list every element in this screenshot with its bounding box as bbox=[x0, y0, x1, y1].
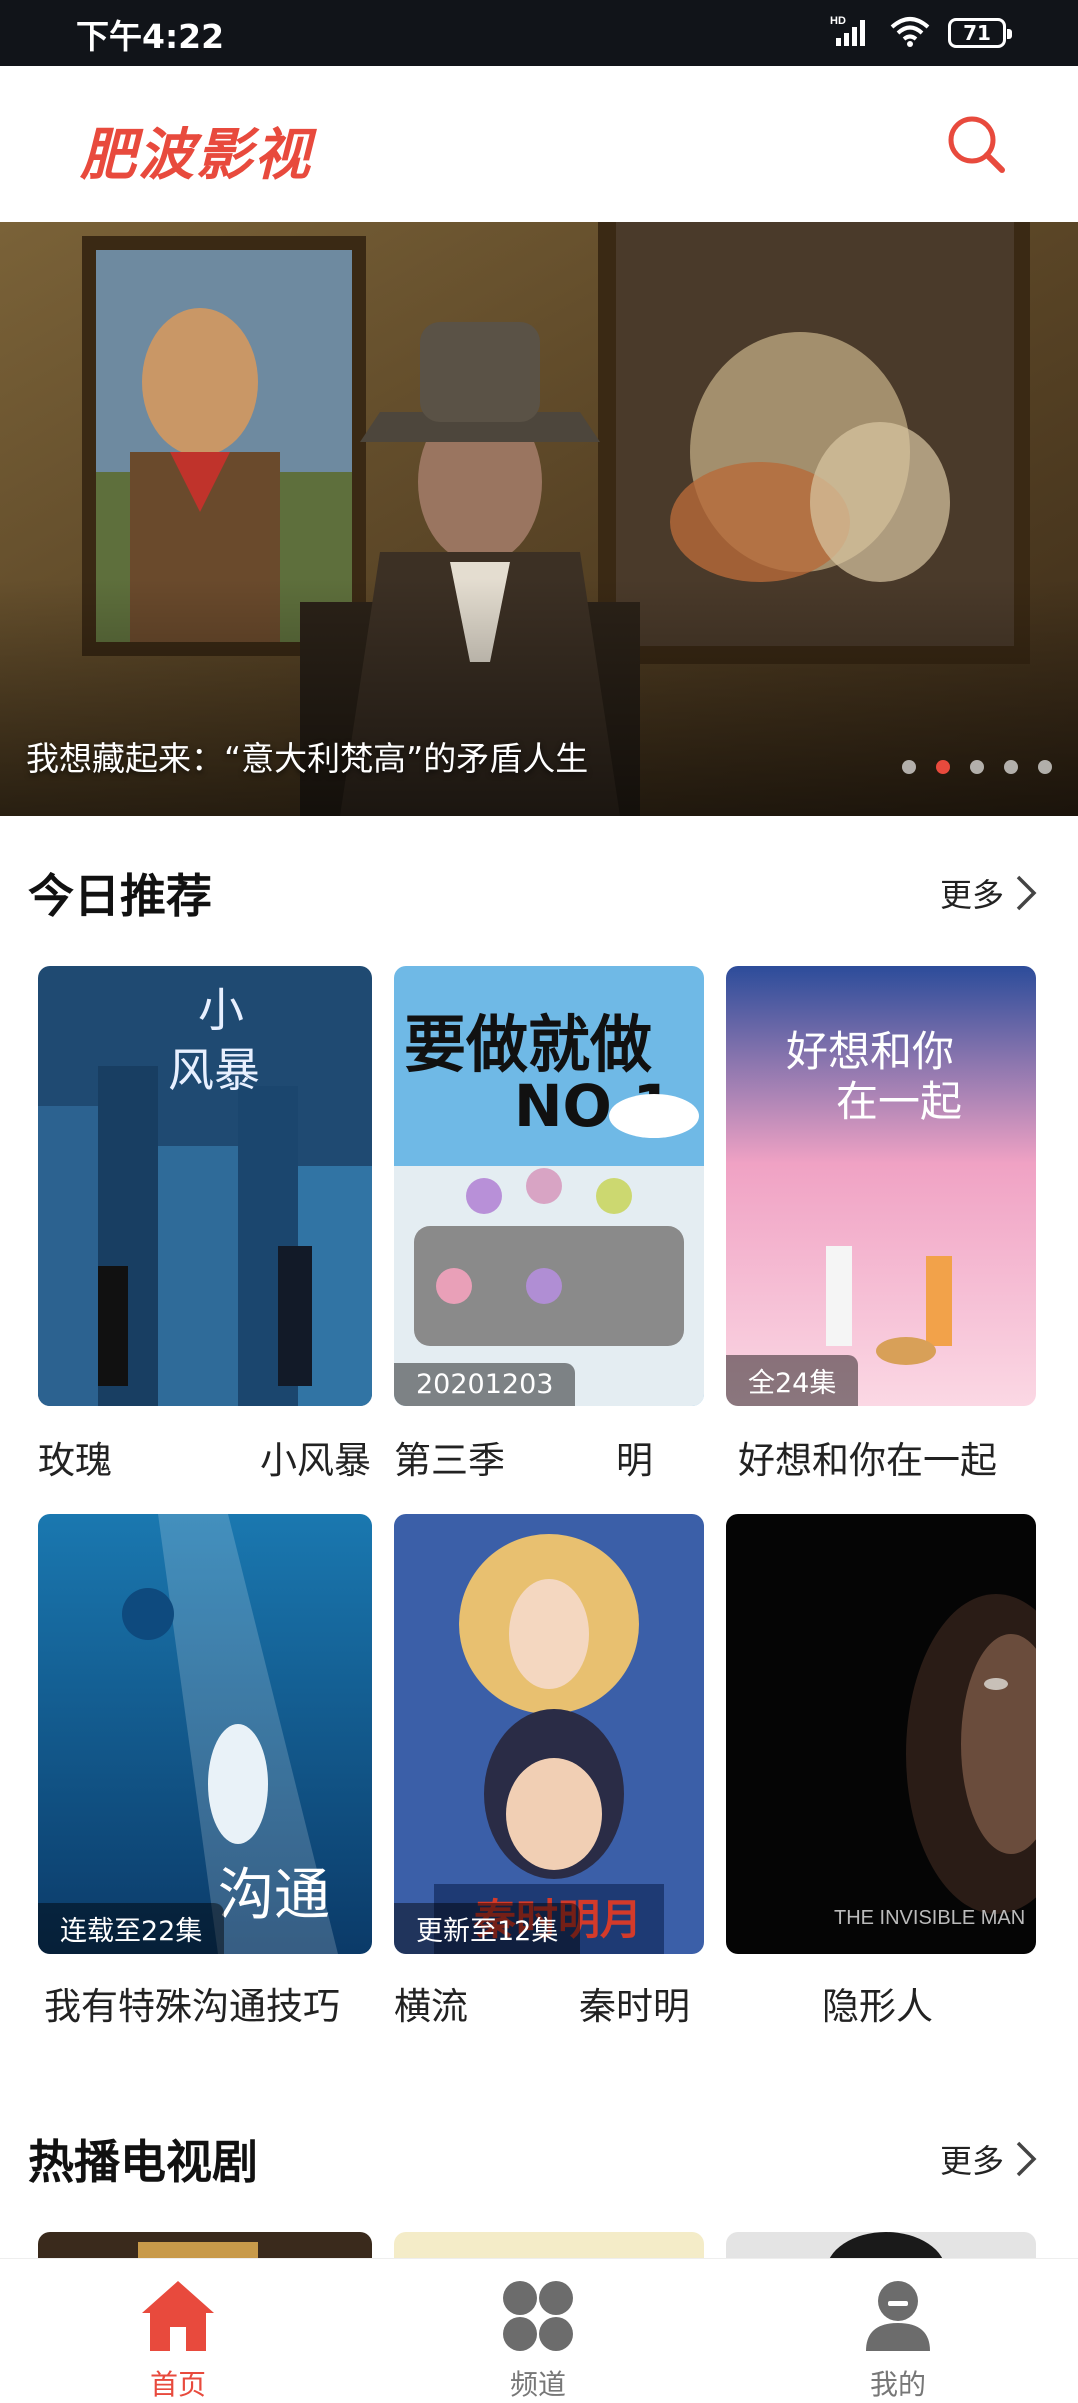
poster-title: 好想和你在一起 bbox=[738, 1439, 997, 1482]
svg-text:小: 小 bbox=[198, 983, 244, 1037]
nav-label: 我的 bbox=[869, 2368, 926, 2401]
nav-label: 首页 bbox=[149, 2368, 206, 2401]
poster-image: 小 风暴 bbox=[38, 966, 372, 1406]
chevron-right-icon bbox=[1016, 2141, 1037, 2177]
bottom-navigation: 首页 频道 我的 bbox=[0, 2258, 1078, 2401]
poster-card[interactable]: 要做就做 NO.1 20201203 bbox=[394, 966, 704, 1406]
chevron-right-icon bbox=[1016, 875, 1037, 911]
status-icons: HD 71 bbox=[830, 12, 1012, 54]
svg-text:THE INVISIBLE MAN: THE INVISIBLE MAN bbox=[834, 1907, 1025, 1929]
carousel-dot bbox=[1004, 760, 1018, 774]
section-title: 热播电视剧 bbox=[28, 2135, 258, 2189]
poster-image: 好想和你 在一起 bbox=[726, 966, 1036, 1406]
search-button[interactable] bbox=[942, 110, 1010, 178]
more-label: 更多 bbox=[939, 2142, 1004, 2180]
battery-level: 71 bbox=[963, 21, 991, 45]
carousel-dot bbox=[902, 760, 916, 774]
featured-banner[interactable]: 我想藏起来：“意大利梵高”的矛盾人生 bbox=[0, 222, 1078, 816]
banner-image bbox=[0, 222, 1078, 816]
banner-title: 我想藏起来：“意大利梵高”的矛盾人生 bbox=[26, 739, 589, 778]
tv-section-header: 热播电视剧 更多 bbox=[0, 2118, 1078, 2198]
svg-text:沟通: 沟通 bbox=[218, 1863, 330, 1928]
channels-icon bbox=[503, 2281, 573, 2351]
svg-text:在一起: 在一起 bbox=[836, 1077, 962, 1126]
poster-title: 横流 秦时明 bbox=[394, 1985, 690, 2028]
app-logo: 肥波影视 bbox=[80, 123, 312, 188]
more-link[interactable]: 更多 bbox=[940, 2136, 1038, 2182]
network-label: HD bbox=[830, 15, 846, 27]
svg-text:要做就做: 要做就做 bbox=[404, 1008, 652, 1081]
more-label: 更多 bbox=[939, 876, 1004, 914]
poster-card[interactable]: 小 风暴 bbox=[38, 966, 372, 1406]
svg-text:好想和你: 好想和你 bbox=[786, 1027, 954, 1076]
poster-title: 隐形人 bbox=[822, 1985, 933, 2028]
signal-icon: HD bbox=[830, 14, 872, 52]
profile-icon bbox=[866, 2281, 930, 2351]
status-time: 下午4:22 bbox=[76, 17, 225, 56]
poster-badge: 更新至12集 bbox=[394, 1903, 581, 1954]
more-link[interactable]: 更多 bbox=[940, 870, 1038, 916]
poster-card[interactable]: THE INVISIBLE MAN bbox=[726, 1514, 1036, 1954]
poster-image: 秦时明月 bbox=[394, 1514, 704, 1954]
section-title: 今日推荐 bbox=[28, 869, 212, 923]
carousel-dot-active bbox=[936, 760, 950, 774]
poster-title: 第三季 明 bbox=[394, 1439, 653, 1482]
poster-badge: 连载至22集 bbox=[38, 1903, 225, 1954]
nav-item-profile[interactable]: 我的 bbox=[818, 2279, 978, 2403]
carousel-dot bbox=[970, 760, 984, 774]
poster-image: 沟通 bbox=[38, 1514, 372, 1954]
nav-item-channels[interactable]: 频道 bbox=[458, 2279, 618, 2403]
poster-card[interactable]: 秦时明月 更新至12集 bbox=[394, 1514, 704, 1954]
carousel-indicator bbox=[902, 760, 1052, 774]
poster-image: THE INVISIBLE MAN bbox=[726, 1514, 1036, 1954]
home-icon bbox=[142, 2281, 214, 2351]
app-header: 肥波影视 bbox=[0, 66, 1078, 222]
status-bar: 下午4:22 HD 71 bbox=[0, 0, 1078, 66]
poster-badge: 20201203 bbox=[394, 1363, 576, 1406]
wifi-icon bbox=[890, 15, 930, 51]
search-icon bbox=[948, 116, 1005, 173]
today-section-header: 今日推荐 更多 bbox=[0, 852, 1078, 932]
nav-item-home[interactable]: 首页 bbox=[98, 2279, 258, 2403]
svg-text:风暴: 风暴 bbox=[168, 1043, 260, 1097]
carousel-dot bbox=[1038, 760, 1052, 774]
poster-title: 我有特殊沟通技巧 bbox=[44, 1985, 340, 2028]
poster-card[interactable]: 沟通 连载至22集 bbox=[38, 1514, 372, 1954]
battery-icon: 71 bbox=[948, 18, 1012, 48]
nav-label: 频道 bbox=[509, 2368, 566, 2401]
poster-image: 要做就做 NO.1 bbox=[394, 966, 704, 1406]
poster-title: 玫瑰 小风暴 bbox=[38, 1439, 371, 1482]
poster-badge: 全24集 bbox=[726, 1355, 859, 1406]
poster-card[interactable]: 好想和你 在一起 全24集 bbox=[726, 966, 1036, 1406]
